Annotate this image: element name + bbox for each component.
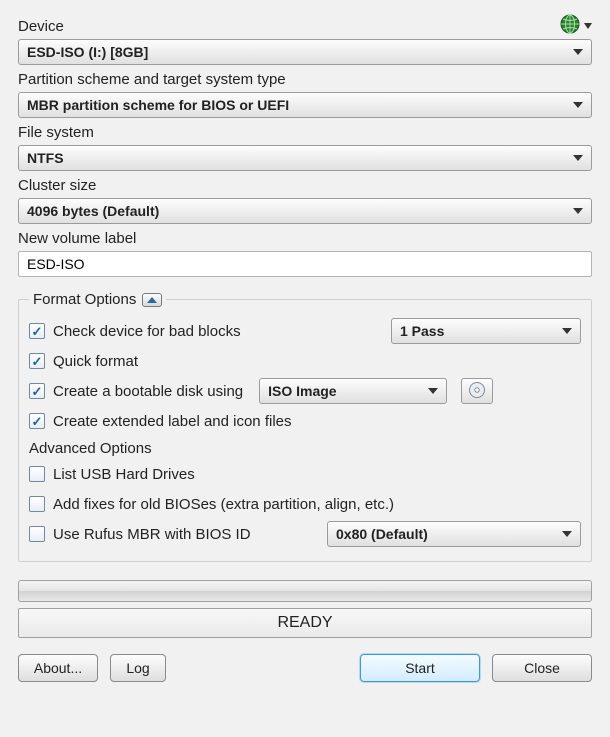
bad-blocks-checkbox[interactable] — [29, 323, 45, 339]
filesystem-label: File system — [18, 124, 592, 141]
quick-format-label: Quick format — [53, 353, 138, 370]
device-label: Device — [18, 18, 64, 35]
globe-icon — [560, 14, 580, 37]
format-options-group: Format Options Check device for bad bloc… — [18, 291, 592, 562]
boot-source-dropdown[interactable]: ISO Image — [259, 378, 447, 404]
format-options-legend: Format Options — [29, 291, 166, 308]
device-dropdown[interactable]: ESD-ISO (I:) [8GB] — [18, 39, 592, 65]
bad-blocks-passes-value: 1 Pass — [400, 323, 444, 339]
close-button[interactable]: Close — [492, 654, 592, 682]
bad-blocks-passes-dropdown[interactable]: 1 Pass — [391, 318, 581, 344]
volume-label-input[interactable] — [18, 251, 592, 277]
old-bios-checkbox[interactable] — [29, 496, 45, 512]
advanced-options-heading: Advanced Options — [29, 440, 581, 457]
rufus-mbr-label: Use Rufus MBR with BIOS ID — [53, 526, 251, 543]
status-text: READY — [277, 614, 332, 632]
status-bar: READY — [18, 608, 592, 638]
about-button[interactable]: About... — [18, 654, 98, 682]
start-button[interactable]: Start — [360, 654, 480, 682]
log-button[interactable]: Log — [110, 654, 166, 682]
progress-bar — [18, 580, 592, 602]
boot-source-value: ISO Image — [268, 383, 336, 399]
filesystem-value: NTFS — [27, 150, 64, 166]
partition-label: Partition scheme and target system type — [18, 71, 592, 88]
filesystem-dropdown[interactable]: NTFS — [18, 145, 592, 171]
bios-id-value: 0x80 (Default) — [336, 526, 428, 542]
cluster-size-dropdown[interactable]: 4096 bytes (Default) — [18, 198, 592, 224]
language-button[interactable] — [560, 14, 592, 37]
rufus-dialog: Device ESD-ISO (I:) [8GB] Partition sche… — [0, 0, 610, 696]
partition-scheme-dropdown[interactable]: MBR partition scheme for BIOS or UEFI — [18, 92, 592, 118]
bios-id-dropdown[interactable]: 0x80 (Default) — [327, 521, 581, 547]
chevron-down-icon — [584, 23, 592, 29]
disc-icon — [468, 381, 486, 402]
extended-label-label: Create extended label and icon files — [53, 413, 292, 430]
list-usb-checkbox[interactable] — [29, 466, 45, 482]
format-options-legend-text: Format Options — [33, 291, 136, 308]
device-value: ESD-ISO (I:) [8GB] — [27, 44, 148, 60]
old-bios-label: Add fixes for old BIOSes (extra partitio… — [53, 496, 394, 513]
bootable-disk-checkbox[interactable] — [29, 383, 45, 399]
volume-label: New volume label — [18, 230, 592, 247]
partition-value: MBR partition scheme for BIOS or UEFI — [27, 97, 289, 113]
extended-label-checkbox[interactable] — [29, 413, 45, 429]
chevron-up-icon — [147, 297, 157, 303]
cluster-value: 4096 bytes (Default) — [27, 203, 159, 219]
quick-format-checkbox[interactable] — [29, 353, 45, 369]
cluster-label: Cluster size — [18, 177, 592, 194]
select-iso-button[interactable] — [461, 378, 493, 404]
format-options-toggle[interactable] — [142, 293, 162, 307]
bootable-disk-label: Create a bootable disk using — [53, 383, 243, 400]
list-usb-label: List USB Hard Drives — [53, 466, 195, 483]
rufus-mbr-checkbox[interactable] — [29, 526, 45, 542]
bad-blocks-label: Check device for bad blocks — [53, 323, 241, 340]
